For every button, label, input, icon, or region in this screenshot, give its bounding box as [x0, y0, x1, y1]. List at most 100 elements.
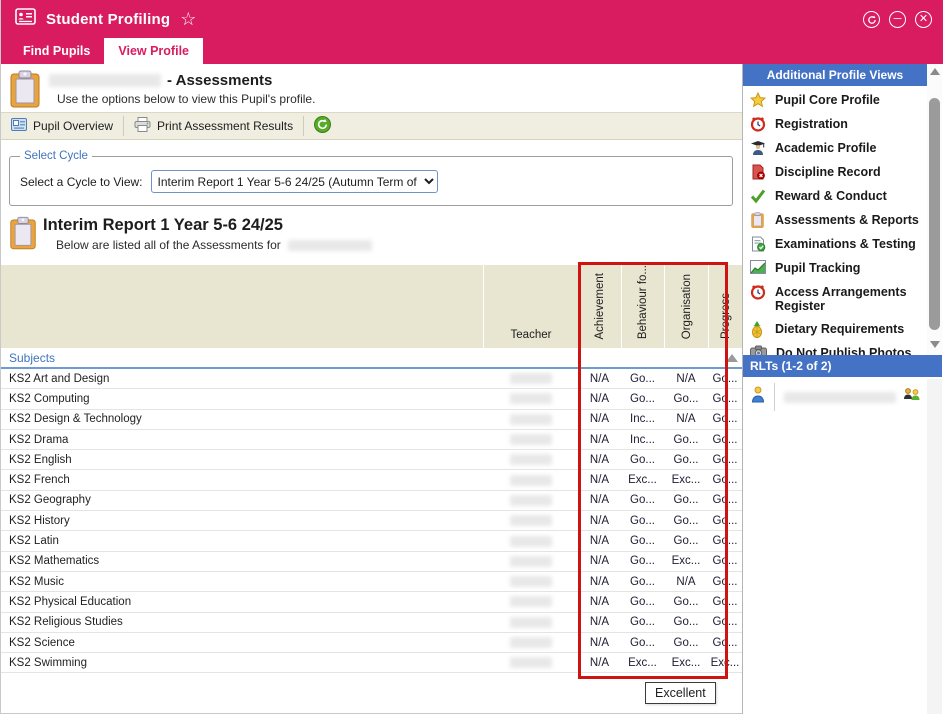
- report-header: Interim Report 1 Year 5-6 24/25 Below ar…: [1, 214, 742, 262]
- sidebar-item-label: Access Arrangements Register: [775, 284, 927, 313]
- redacted-teacher-code: [510, 617, 552, 628]
- sidebar-item-assessments-reports[interactable]: Assessments & Reports: [743, 208, 927, 232]
- rlt-list-item[interactable]: [743, 379, 942, 415]
- subject-cell: KS2 Science: [1, 637, 483, 649]
- table-row[interactable]: KS2 GeographyN/AGo...Go...Go...: [1, 491, 742, 511]
- assessment-value-cell: Go...: [664, 616, 708, 628]
- redacted-teacher-code: [510, 434, 552, 445]
- table-row[interactable]: KS2 Religious StudiesN/AGo...Go...Go...: [1, 613, 742, 633]
- table-row[interactable]: KS2 LatinN/AGo...Go...Go...: [1, 531, 742, 551]
- clipboard-icon: [9, 216, 37, 255]
- tab-view-profile[interactable]: View Profile: [104, 38, 203, 64]
- scroll-down-icon[interactable]: [930, 341, 940, 348]
- close-window-icon[interactable]: ✕: [915, 11, 932, 28]
- pupil-overview-button[interactable]: Pupil Overview: [1, 113, 123, 139]
- scroll-up-icon[interactable]: [930, 68, 940, 75]
- sidebar-header: Additional Profile Views: [743, 64, 927, 86]
- redacted-teacher-code: [510, 556, 552, 567]
- subject-cell: KS2 Physical Education: [1, 596, 483, 608]
- teacher-cell: [483, 596, 578, 607]
- assessment-value-cell: Exc...: [664, 474, 708, 486]
- teacher-column-header: Teacher: [483, 265, 578, 348]
- subject-cell: KS2 French: [1, 474, 483, 486]
- assessment-value-cell: Go...: [708, 373, 742, 385]
- tab-find-pupils[interactable]: Find Pupils: [9, 38, 104, 64]
- favourite-star-icon[interactable]: ☆: [180, 10, 196, 28]
- value-tooltip: Excellent: [645, 682, 716, 704]
- sidebar-item-dietary-requirements[interactable]: Dietary Requirements: [743, 317, 927, 341]
- assessment-value-cell: N/A: [578, 576, 621, 588]
- report-subtitle: Below are listed all of the Assessments …: [56, 238, 372, 252]
- subject-cell: KS2 Drama: [1, 434, 483, 446]
- assessment-value-cell: Go...: [621, 616, 664, 628]
- teacher-cell: [483, 495, 578, 506]
- title-bar: Student Profiling ☆ ─ ✕: [1, 0, 943, 38]
- teacher-cell: [483, 434, 578, 445]
- sidebar-item-discipline-record[interactable]: Discipline Record: [743, 160, 927, 184]
- table-row[interactable]: KS2 ScienceN/AGo...Go...Go...: [1, 633, 742, 653]
- table-row[interactable]: KS2 Design & TechnologyN/AInc...N/AGo...: [1, 410, 742, 430]
- sidebar-item-academic-profile[interactable]: Academic Profile: [743, 136, 927, 160]
- table-row[interactable]: KS2 FrenchN/AExc...Exc...Go...: [1, 470, 742, 490]
- person-icon: [750, 386, 766, 408]
- assessment-value-cell: Go...: [708, 555, 742, 567]
- redacted-teacher-code: [510, 657, 552, 668]
- assessment-value-cell: Exc...: [621, 657, 664, 669]
- redacted-teacher-code: [510, 596, 552, 607]
- subject-cell: KS2 History: [1, 515, 483, 527]
- select-cycle-fieldset: Select Cycle Select a Cycle to View: Int…: [9, 150, 733, 206]
- subjects-label-row: Subjects: [1, 348, 742, 369]
- refresh-window-icon[interactable]: [863, 11, 880, 28]
- refresh-results-button[interactable]: [304, 113, 341, 139]
- subject-cell: KS2 Art and Design: [1, 373, 483, 385]
- assessment-value-cell: N/A: [578, 596, 621, 608]
- tracking-chart-icon: [750, 260, 766, 276]
- table-row[interactable]: KS2 DramaN/AInc...Go...Go...: [1, 430, 742, 450]
- tab-bar: Find Pupils View Profile: [1, 38, 943, 64]
- table-row[interactable]: KS2 HistoryN/AGo...Go...Go...: [1, 511, 742, 531]
- sidebar-item-label: Registration: [775, 116, 848, 131]
- minimize-window-icon[interactable]: ─: [889, 11, 906, 28]
- assessment-value-cell: N/A: [578, 657, 621, 669]
- subject-cell: KS2 Geography: [1, 494, 483, 506]
- sidebar-item-label: Discipline Record: [775, 164, 881, 179]
- teacher-cell: [483, 393, 578, 404]
- sidebar-item-label: Assessments & Reports: [775, 212, 919, 227]
- print-assessment-results-button[interactable]: Print Assessment Results: [124, 113, 303, 139]
- sidebar-item-pupil-core-profile[interactable]: Pupil Core Profile: [743, 88, 927, 112]
- table-scroll-up-icon[interactable]: [726, 354, 738, 362]
- redacted-teacher-code: [510, 475, 552, 486]
- assessment-value-cell: Go...: [664, 515, 708, 527]
- subject-cell: KS2 Design & Technology: [1, 413, 483, 425]
- clipboard-icon: [750, 212, 766, 228]
- table-row[interactable]: KS2 EnglishN/AGo...Go...Go...: [1, 450, 742, 470]
- table-row[interactable]: KS2 MathematicsN/AGo...Exc...Go...: [1, 552, 742, 572]
- table-row[interactable]: KS2 SwimmingN/AExc...Exc...Exc...: [1, 653, 742, 673]
- table-row[interactable]: KS2 Art and DesignN/AGo...N/AGo...: [1, 369, 742, 389]
- subject-cell: KS2 Mathematics: [1, 555, 483, 567]
- table-row[interactable]: KS2 ComputingN/AGo...Go...Go...: [1, 389, 742, 409]
- assessment-value-cell: Go...: [621, 596, 664, 608]
- table-row[interactable]: KS2 Physical EducationN/AGo...Go...Go...: [1, 592, 742, 612]
- star-icon: [750, 92, 766, 108]
- assessment-value-cell: N/A: [578, 413, 621, 425]
- table-row[interactable]: KS2 MusicN/AGo...N/AGo...: [1, 572, 742, 592]
- sidebar-item-registration[interactable]: Registration: [743, 112, 927, 136]
- sidebar-item-access-arrangements-register[interactable]: Access Arrangements Register: [743, 280, 927, 317]
- sidebar-scrollbar[interactable]: [927, 64, 942, 355]
- sidebar-item-label: Reward & Conduct: [775, 188, 887, 203]
- table-header: Teacher AchievementBehaviour fo...Organi…: [1, 265, 742, 348]
- sidebar-item-pupil-tracking[interactable]: Pupil Tracking: [743, 256, 927, 280]
- sidebar-item-examinations-testing[interactable]: Examinations & Testing: [743, 232, 927, 256]
- teacher-cell: [483, 657, 578, 668]
- assessment-toolbar: Pupil Overview Print Assessment Results: [1, 112, 742, 140]
- scrollbar-thumb[interactable]: [929, 98, 940, 330]
- assessment-value-cell: Exc...: [621, 474, 664, 486]
- assessment-value-cell: N/A: [578, 373, 621, 385]
- clipboard-icon: [9, 70, 41, 113]
- assessment-value-cell: Exc...: [708, 657, 742, 669]
- sidebar-item-label: Dietary Requirements: [775, 321, 904, 336]
- sidebar-scroll-track[interactable]: [927, 379, 942, 714]
- cycle-select[interactable]: Interim Report 1 Year 5-6 24/25 (Autumn …: [151, 170, 438, 193]
- sidebar-item-reward-conduct[interactable]: Reward & Conduct: [743, 184, 927, 208]
